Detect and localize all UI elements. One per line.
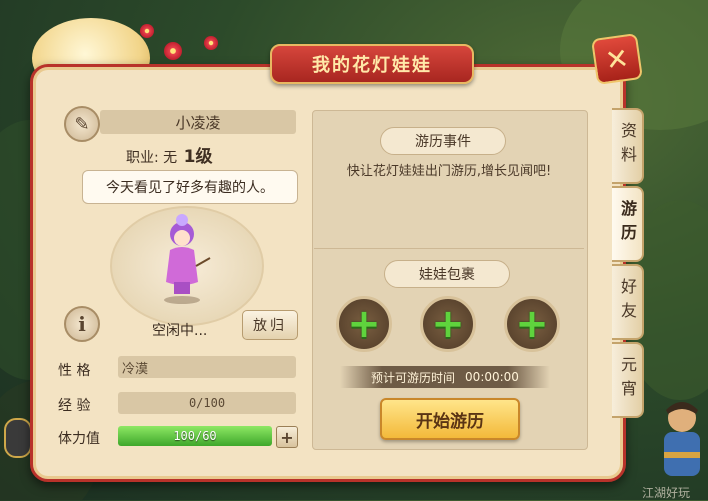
start-travel-button[interactable]: 开始游历 [380, 398, 520, 440]
travel-time-label: 预计可游历时间 [371, 370, 456, 385]
tab-lantern[interactable]: 元宵 [612, 342, 644, 418]
plus-icon: + [431, 301, 465, 347]
info-icon: i [78, 312, 86, 336]
close-icon: ✕ [603, 41, 631, 77]
doll-name: 小凌凌 [100, 110, 296, 134]
window-title: 我的花灯娃娃 [270, 44, 474, 84]
plus-icon: + [515, 301, 549, 347]
watermark: 江湖好玩 [642, 486, 691, 500]
bag-slot-3[interactable]: + [504, 296, 560, 352]
stamina-label: 体力值 [58, 431, 100, 447]
edit-pencil-icon: ✎ [74, 113, 90, 135]
npc-character [664, 402, 700, 476]
event-title: 游历事件 [380, 127, 506, 155]
bag-slot-2[interactable]: + [420, 296, 476, 352]
microphone-button[interactable] [4, 418, 32, 458]
info-button[interactable]: i [64, 306, 100, 342]
bag-title: 娃娃包裹 [384, 260, 510, 288]
personality-value: 冷漠 [118, 356, 296, 378]
event-description: 快让花灯娃娃出门游历,增长见闻吧! [346, 164, 552, 179]
doll-status: 空闲中... [152, 323, 208, 339]
flower-decoration [204, 36, 218, 50]
flower-decoration [140, 24, 154, 38]
personality-label: 性 格 [58, 363, 91, 379]
stamina-value: 100/60 [173, 429, 217, 443]
speech-bubble: 今天看见了好多有趣的人。 [82, 170, 298, 204]
plus-icon: + [347, 301, 381, 347]
bag-slot-1[interactable]: + [336, 296, 392, 352]
edit-name-button[interactable]: ✎ [64, 106, 100, 142]
section-divider [314, 248, 584, 249]
level-value: 1级 [183, 147, 213, 167]
travel-time-value: 00:00:00 [465, 370, 519, 384]
job-label: 职业: [126, 150, 159, 166]
release-button[interactable]: 放归 [242, 310, 298, 340]
travel-time-bar: 预计可游历时间 00:00:00 [340, 366, 550, 388]
job-line: 职业: 无 1级 [126, 142, 212, 167]
job-value: 无 [163, 150, 178, 166]
tab-profile[interactable]: 资料 [612, 108, 644, 184]
flower-decoration [164, 42, 182, 60]
tab-friends[interactable]: 好友 [612, 264, 644, 340]
doll-avatar [164, 214, 211, 304]
close-button[interactable]: ✕ [591, 33, 643, 85]
exp-label: 经 验 [58, 398, 91, 414]
add-stamina-button[interactable]: + [276, 426, 298, 448]
exp-value: 0/100 [118, 392, 296, 414]
tab-travel[interactable]: 游历 [612, 186, 644, 262]
plus-icon: + [280, 427, 294, 447]
